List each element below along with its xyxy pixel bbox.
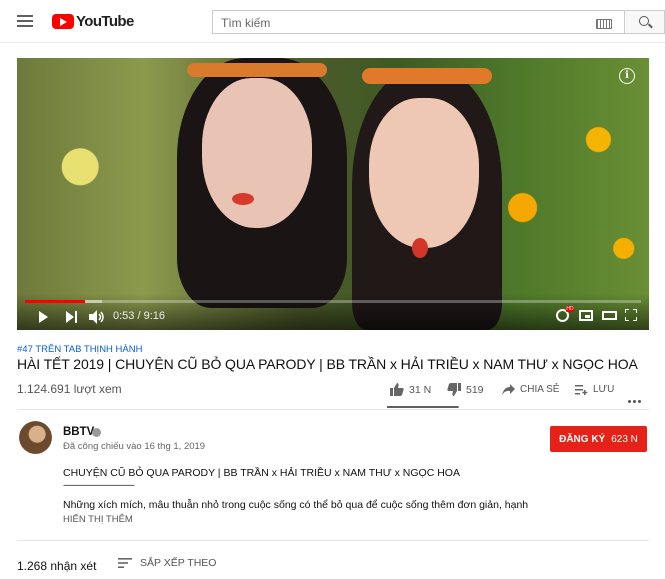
sentiment-bar xyxy=(387,406,459,408)
more-actions-icon[interactable] xyxy=(628,390,644,403)
play-icon[interactable] xyxy=(39,311,48,323)
share-button[interactable]: CHIA SẺ xyxy=(502,384,559,395)
fullscreen-icon[interactable] xyxy=(625,309,637,321)
top-bar: YouTube xyxy=(0,0,665,43)
thumbs-up-icon xyxy=(390,383,404,396)
like-count: 31 N xyxy=(409,383,432,396)
description-line: CHUYỆN CŨ BỎ QUA PARODY | BB TRẦN x HẢI … xyxy=(63,467,460,479)
trending-tag[interactable]: #47 TRÊN TAB THỊNH HÀNH xyxy=(17,344,142,355)
subscriber-count: 623 N xyxy=(611,433,638,445)
theater-mode-icon[interactable] xyxy=(602,311,617,320)
save-label: LƯU xyxy=(593,384,615,395)
dislike-button[interactable]: 519 xyxy=(447,383,484,396)
search-input[interactable] xyxy=(219,14,583,32)
verified-check-icon xyxy=(92,428,101,437)
hd-badge: HD xyxy=(566,306,574,312)
channel-avatar[interactable] xyxy=(19,421,52,454)
video-title: HÀI TẾT 2019 | CHUYỆN CŨ BỎ QUA PARODY |… xyxy=(17,356,638,372)
dislike-count: 519 xyxy=(466,383,484,396)
volume-icon[interactable] xyxy=(89,310,105,324)
description-line: Những xích mích, mâu thuẫn nhỏ trong cuộ… xyxy=(63,499,529,511)
info-icon[interactable]: i xyxy=(619,68,635,84)
add-to-playlist-icon xyxy=(575,384,588,395)
logo-text: YouTube xyxy=(76,12,134,30)
youtube-play-icon xyxy=(52,13,74,29)
divider xyxy=(17,540,649,541)
show-more-link[interactable]: HIỂN THỊ THÊM xyxy=(63,514,133,525)
search-button[interactable] xyxy=(625,10,665,34)
video-player[interactable]: i 0:53 / 9:16 HD xyxy=(17,58,649,330)
publish-date: Đã công chiếu vào 16 thg 1, 2019 xyxy=(63,441,206,452)
like-button[interactable]: 31 N xyxy=(390,383,431,396)
subscribe-label: ĐĂNG KÝ xyxy=(559,433,606,445)
view-count: 1.124.691 lượt xem xyxy=(17,382,122,396)
progress-played xyxy=(25,300,85,303)
share-arrow-icon xyxy=(502,384,515,395)
sort-icon xyxy=(118,558,132,568)
comment-count: 1.268 nhận xét xyxy=(17,559,97,573)
hamburger-menu-icon[interactable] xyxy=(17,15,33,27)
keyboard-icon[interactable] xyxy=(596,19,612,29)
divider xyxy=(17,409,649,410)
player-controls: 0:53 / 9:16 HD xyxy=(17,294,649,330)
sort-comments-button[interactable]: SẮP XẾP THEO xyxy=(118,557,216,569)
progress-bar[interactable] xyxy=(25,300,641,303)
search-box xyxy=(212,10,625,34)
next-icon[interactable] xyxy=(66,311,78,323)
sentiment-bar-likes xyxy=(387,406,458,408)
time-display: 0:53 / 9:16 xyxy=(113,310,165,322)
description-separator: ----------------------------------------… xyxy=(63,480,135,490)
subscribe-button[interactable]: ĐĂNG KÝ 623 N xyxy=(550,426,647,452)
miniplayer-icon[interactable] xyxy=(579,310,593,321)
share-label: CHIA SẺ xyxy=(520,384,560,395)
youtube-logo[interactable]: YouTube xyxy=(52,12,134,30)
save-button[interactable]: LƯU xyxy=(575,384,614,395)
thumbs-down-icon xyxy=(447,383,461,396)
channel-name[interactable]: BBTV xyxy=(63,426,94,438)
sort-label: SẮP XẾP THEO xyxy=(140,557,217,569)
